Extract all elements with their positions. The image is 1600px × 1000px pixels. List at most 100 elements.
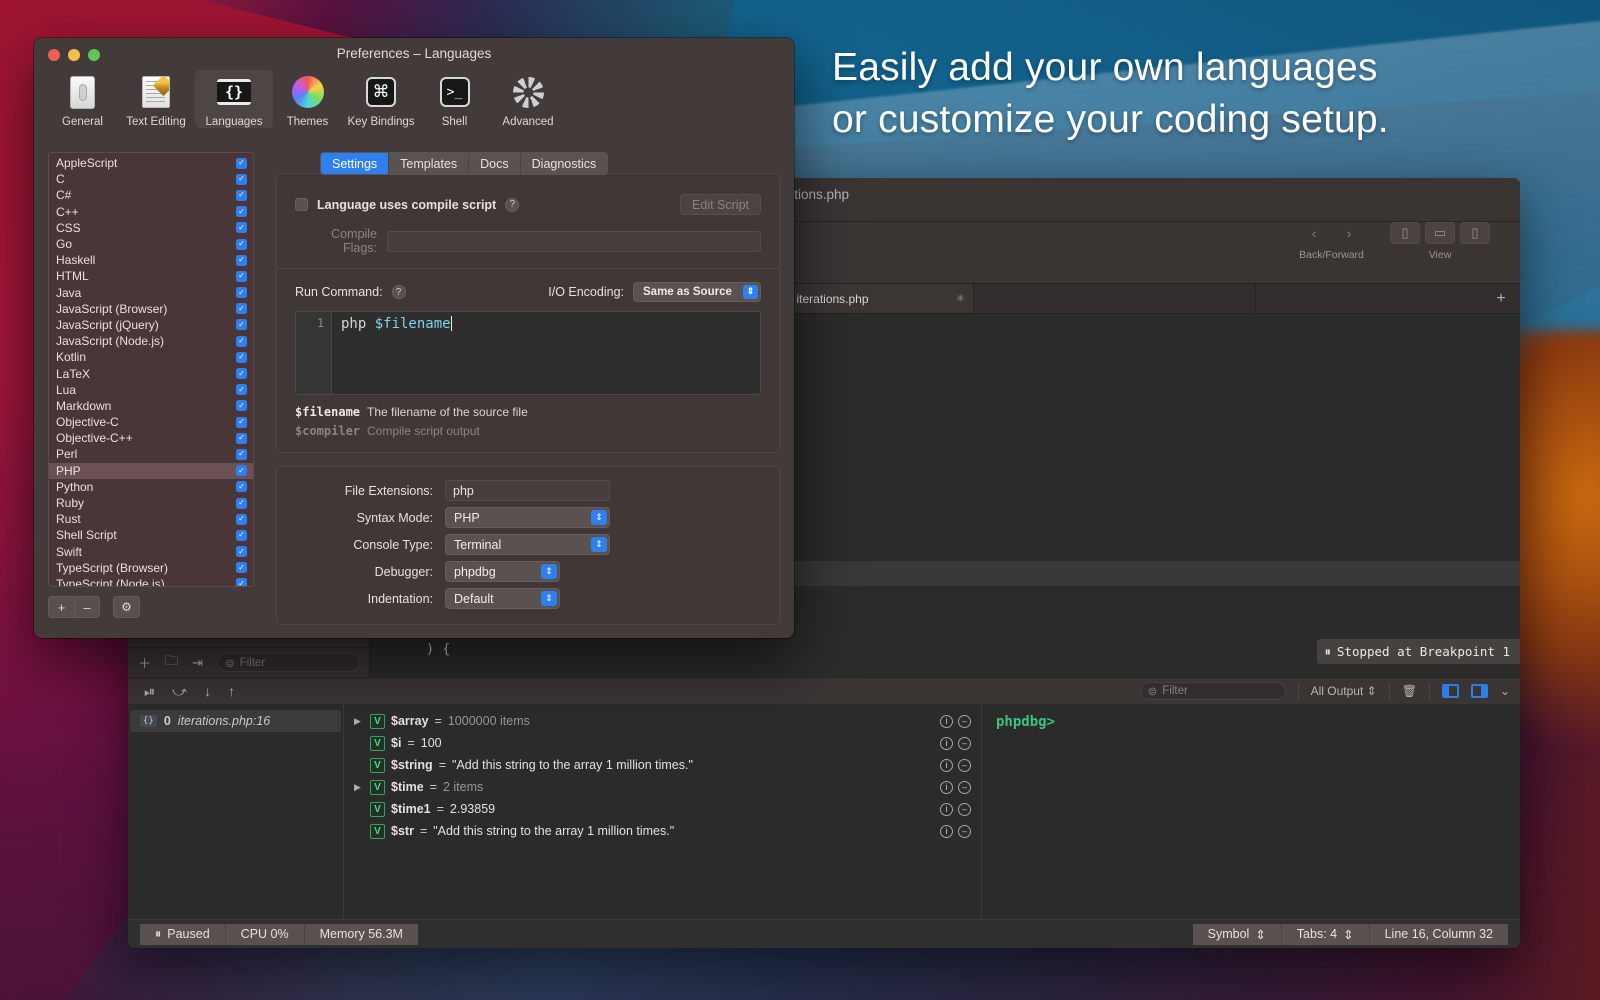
languages-list[interactable]: AppleScript✓ C✓ C#✓ C++✓ CSS✓ Go✓ Haskel…: [48, 152, 254, 587]
trash-icon[interactable]: 🗑: [1402, 684, 1417, 698]
toolbar-item-themes[interactable]: Themes: [273, 70, 342, 128]
add-language-button[interactable]: +: [48, 596, 74, 618]
language-row[interactable]: Objective-C✓: [49, 414, 253, 430]
tabs-selector[interactable]: Tabs: 4 ⇕: [1282, 924, 1370, 945]
minus-icon[interactable]: –: [958, 803, 971, 816]
minus-icon[interactable]: –: [958, 781, 971, 794]
variable-row[interactable]: ▶ V $time = 2 items i –: [344, 776, 981, 798]
close-button[interactable]: [48, 49, 60, 61]
toolbar-item-shell[interactable]: >_ Shell: [420, 70, 489, 128]
help-icon[interactable]: ?: [505, 198, 519, 212]
tab-templates[interactable]: Templates: [389, 153, 469, 174]
language-row[interactable]: CSS✓: [49, 220, 253, 236]
debugger-popup[interactable]: phpdbg ⇕: [445, 561, 560, 582]
language-row[interactable]: JavaScript (jQuery)✓: [49, 317, 253, 333]
language-enabled-checkbox[interactable]: ✓: [236, 417, 247, 428]
back-button[interactable]: ‹: [1299, 222, 1329, 244]
step-over-icon[interactable]: ⤻: [172, 683, 187, 700]
language-enabled-checkbox[interactable]: ✓: [236, 206, 247, 217]
language-row[interactable]: Lua✓: [49, 382, 253, 398]
language-enabled-checkbox[interactable]: ✓: [236, 562, 247, 573]
language-enabled-checkbox[interactable]: ✓: [236, 239, 247, 250]
language-row[interactable]: Java✓: [49, 285, 253, 301]
language-enabled-checkbox[interactable]: ✓: [236, 190, 247, 201]
view-right-panel-button[interactable]: ▯: [1460, 222, 1490, 244]
language-enabled-checkbox[interactable]: ✓: [236, 336, 247, 347]
language-enabled-checkbox[interactable]: ✓: [236, 352, 247, 363]
info-icon[interactable]: i: [940, 825, 953, 838]
language-enabled-checkbox[interactable]: ✓: [236, 255, 247, 266]
language-enabled-checkbox[interactable]: ✓: [236, 319, 247, 330]
help-icon[interactable]: ?: [392, 285, 406, 299]
disclosure-triangle-icon[interactable]: ▶: [354, 782, 364, 793]
info-icon[interactable]: i: [940, 803, 953, 816]
info-icon[interactable]: i: [940, 715, 953, 728]
reveal-icon[interactable]: ⇥: [192, 655, 203, 671]
language-row[interactable]: Haskell✓: [49, 252, 253, 268]
chevron-down-icon[interactable]: ⌄: [1500, 684, 1510, 698]
minus-icon[interactable]: –: [958, 715, 971, 728]
language-row[interactable]: AppleScript✓: [49, 155, 253, 171]
info-icon[interactable]: i: [940, 759, 953, 772]
step-out-icon[interactable]: ↑: [228, 683, 235, 699]
variable-row[interactable]: V $time1 = 2.93859 i –: [344, 798, 981, 820]
tab-settings[interactable]: Settings: [321, 153, 389, 174]
language-row-selected[interactable]: PHP✓: [49, 463, 253, 479]
variable-row[interactable]: V $i = 100 i –: [344, 732, 981, 754]
language-row[interactable]: Perl✓: [49, 446, 253, 462]
symbol-selector[interactable]: Symbol ⇕: [1193, 924, 1282, 945]
stack-frame-row[interactable]: {} 0 iterations.php:16: [130, 710, 341, 732]
compile-flags-input[interactable]: [387, 231, 761, 252]
info-icon[interactable]: i: [940, 737, 953, 750]
language-settings-gear-icon[interactable]: ⚙: [113, 596, 140, 618]
toolbar-item-key-bindings[interactable]: ⌘ Key Bindings: [342, 70, 420, 128]
language-row[interactable]: JavaScript (Browser)✓: [49, 301, 253, 317]
language-enabled-checkbox[interactable]: ✓: [236, 271, 247, 282]
edit-script-button[interactable]: Edit Script: [680, 194, 761, 215]
language-row[interactable]: Markdown✓: [49, 398, 253, 414]
language-enabled-checkbox[interactable]: ✓: [236, 465, 247, 476]
toolbar-item-languages[interactable]: {} Languages: [195, 70, 273, 128]
language-enabled-checkbox[interactable]: ✓: [236, 514, 247, 525]
language-row[interactable]: Python✓: [49, 479, 253, 495]
language-row[interactable]: TypeScript (Browser)✓: [49, 560, 253, 576]
language-row[interactable]: Go✓: [49, 236, 253, 252]
compile-script-checkbox[interactable]: [295, 198, 308, 211]
minus-icon[interactable]: –: [958, 759, 971, 772]
language-enabled-checkbox[interactable]: ✓: [236, 303, 247, 314]
language-enabled-checkbox[interactable]: ✓: [236, 400, 247, 411]
minus-icon[interactable]: –: [958, 825, 971, 838]
language-row[interactable]: Swift✓: [49, 544, 253, 560]
zoom-button[interactable]: [88, 49, 100, 61]
language-enabled-checkbox[interactable]: ✓: [236, 546, 247, 557]
language-row[interactable]: C✓: [49, 171, 253, 187]
language-row[interactable]: HTML✓: [49, 268, 253, 284]
output-selector[interactable]: All Output ⇕: [1311, 684, 1377, 698]
file-filter-input[interactable]: ⊜ Filter: [217, 653, 360, 672]
language-enabled-checkbox[interactable]: ✓: [236, 481, 247, 492]
view-left-panel-button[interactable]: ▯: [1390, 222, 1420, 244]
console-pane-toggle-icon[interactable]: [1471, 684, 1488, 698]
step-into-icon[interactable]: ↓: [204, 683, 211, 699]
language-row[interactable]: Ruby✓: [49, 495, 253, 511]
language-row[interactable]: LaTeX✓: [49, 365, 253, 381]
syntax-mode-popup[interactable]: PHP ⇕: [445, 507, 610, 528]
debug-console[interactable]: phpdbg>: [982, 704, 1520, 919]
toolbar-item-text-editing[interactable]: Text Editing: [117, 70, 195, 128]
file-extensions-input[interactable]: php: [445, 480, 610, 501]
language-row[interactable]: Objective-C++✓: [49, 430, 253, 446]
run-command-editor[interactable]: 1 php $filename: [295, 311, 761, 395]
language-enabled-checkbox[interactable]: ✓: [236, 384, 247, 395]
info-icon[interactable]: i: [940, 781, 953, 794]
variable-row[interactable]: ▶ V $array = 1000000 items i –: [344, 710, 981, 732]
run-command-text[interactable]: php $filename: [332, 312, 760, 394]
language-enabled-checkbox[interactable]: ✓: [236, 530, 247, 541]
variable-row[interactable]: V $str = "Add this string to the array 1…: [344, 820, 981, 842]
console-type-popup[interactable]: Terminal ⇕: [445, 534, 610, 555]
language-row[interactable]: Shell Script✓: [49, 527, 253, 543]
minimize-button[interactable]: [68, 49, 80, 61]
new-tab-button[interactable]: +: [1482, 284, 1520, 314]
language-row[interactable]: C#✓: [49, 187, 253, 203]
continue-icon[interactable]: ⏯: [144, 683, 155, 700]
language-row[interactable]: Kotlin✓: [49, 349, 253, 365]
